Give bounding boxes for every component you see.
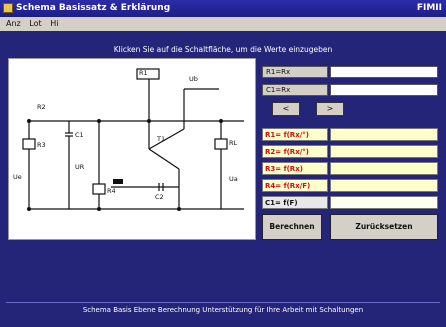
input-label-r1: R1=Rx — [262, 66, 328, 78]
clear-button[interactable]: Zurücksetzen — [330, 214, 438, 240]
title-bar: Schema Basissatz & Erklärung FIMII — [0, 0, 446, 17]
app-icon — [3, 3, 13, 13]
circuit-svg: R1 R2 R3 R4 C1 C2 Ue Ua Ub T1 RL UR — [13, 68, 244, 211]
result-label-r1: R1= f(Rx/°) — [262, 128, 328, 141]
result-value-r3 — [330, 162, 438, 175]
footer-text: Schema Basis Ebene Berechnung Unterstütz… — [82, 306, 364, 314]
input-field-r1[interactable] — [330, 66, 438, 78]
instruction-heading: Klicken Sie auf die Schaltfläche, um die… — [113, 45, 333, 54]
label-c1: C1 — [75, 131, 84, 139]
label-ua: Ua — [229, 175, 238, 183]
menu-item-0[interactable]: Anz — [6, 19, 21, 28]
footer-divider — [6, 302, 440, 303]
prev-button[interactable]: < — [272, 102, 300, 116]
result-value-r4 — [330, 179, 438, 192]
window-title: Schema Basissatz & Erklärung — [16, 3, 171, 13]
window-title-right: FIMII — [416, 3, 442, 13]
app-window: Schema Basissatz & Erklärung FIMII Anz L… — [0, 0, 446, 327]
label-r3: R3 — [37, 141, 46, 149]
label-ub: Ub — [189, 75, 198, 83]
label-r4: R4 — [107, 187, 116, 195]
result-value-r1 — [330, 128, 438, 141]
result-label-r3: R3= f(Rx) — [262, 162, 328, 175]
calculate-button[interactable]: Berechnen — [262, 214, 322, 240]
label-t1: T1 — [156, 135, 165, 143]
label-r2: R2 — [37, 103, 46, 111]
circuit-diagram: R1 R2 R3 R4 C1 C2 Ue Ua Ub T1 RL UR — [8, 58, 256, 240]
next-button[interactable]: > — [316, 102, 344, 116]
input-field-c1[interactable] — [330, 84, 438, 96]
label-rl: RL — [229, 139, 238, 147]
label-r1: R1 — [139, 69, 148, 77]
result-label-r4: R4= f(Rx/F) — [262, 179, 328, 192]
menu-item-2[interactable]: Hi — [50, 19, 58, 28]
result-value-c1 — [330, 196, 438, 209]
label-ue: Ue — [13, 173, 22, 181]
label-ur: UR — [75, 163, 85, 171]
menu-bar: Anz Lot Hi — [0, 17, 446, 31]
result-label-r2: R2= f(Rx/°) — [262, 145, 328, 158]
result-label-c1: C1= f(F) — [262, 196, 328, 209]
label-c2: C2 — [155, 193, 164, 201]
menu-item-1[interactable]: Lot — [29, 19, 41, 28]
input-label-c1: C1=Rx — [262, 84, 328, 96]
result-value-r2 — [330, 145, 438, 158]
